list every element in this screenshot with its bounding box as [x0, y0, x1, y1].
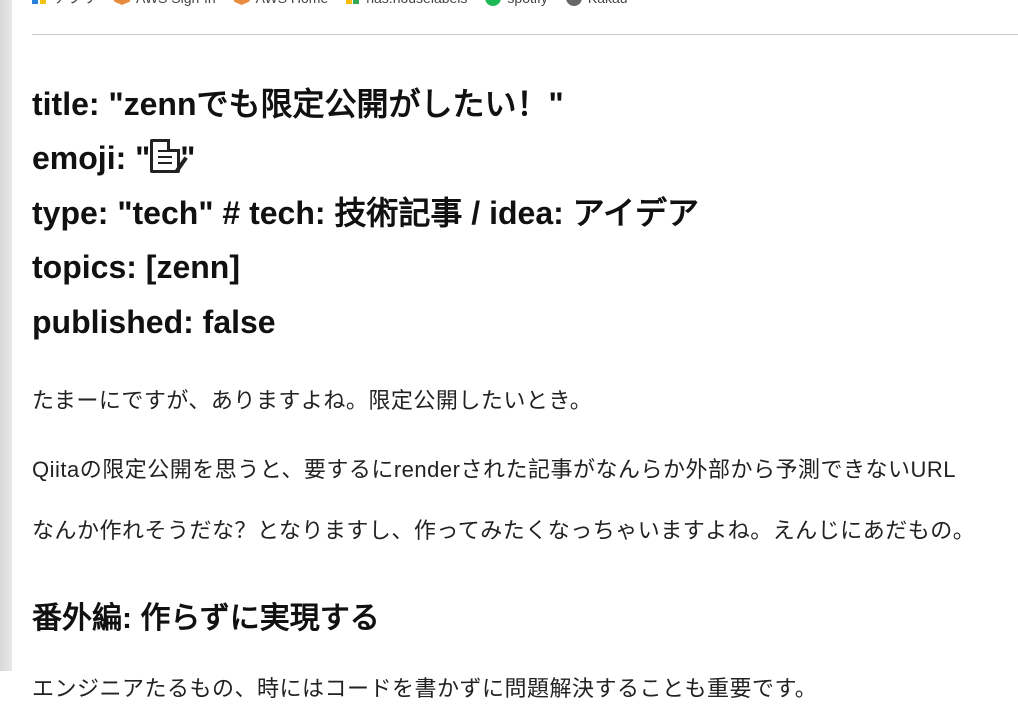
paragraph-2: Qiitaの限定公開を思うと、要するにrenderされた記事がなんらか外部から予…	[32, 452, 1018, 487]
section-heading: 番外編: 作らずに実現する	[32, 593, 1018, 637]
document-edit-icon	[150, 139, 180, 173]
google-icon	[346, 0, 360, 5]
aws-icon	[234, 0, 250, 5]
frontmatter-title: title: "zennでも限定公開がしたい！"	[32, 77, 1018, 131]
bookmark-label: AWS Home	[256, 0, 329, 6]
bookmark-label: アプリ	[54, 0, 96, 8]
frontmatter-topics: topics: [zenn]	[32, 240, 1018, 294]
bookmark-label: AWS Sign-In	[136, 0, 216, 6]
emoji-prefix: emoji: "	[32, 140, 150, 176]
bookmark-label: spotify	[507, 0, 547, 6]
bookmark-label: nas.houselabels	[366, 0, 467, 6]
spotify-icon	[485, 0, 501, 6]
bookmark-aws-signin[interactable]: AWS Sign-In	[114, 0, 216, 6]
aws-icon	[114, 0, 130, 5]
paragraph-3: なんか作れそうだな？となりますし、作ってみたくなっちゃいますよね。えんじにあだも…	[32, 513, 1018, 548]
bookmarks-bar: アプリ AWS Sign-In AWS Home nas.houselabels…	[32, 0, 1018, 10]
paragraph-1: たまーにですが、ありますよね。限定公開したいとき。	[32, 383, 1018, 418]
paragraph-4: エンジニアたるもの、時にはコードを書かずに問題解決することも重要です。	[32, 671, 1018, 706]
window-left-edge	[0, 0, 12, 671]
bookmark-spotify[interactable]: spotify	[485, 0, 547, 6]
bookmark-label: Kakau	[588, 0, 628, 6]
apps-icon	[32, 0, 48, 6]
bookmark-apps[interactable]: アプリ	[32, 0, 96, 8]
bookmark-aws-home[interactable]: AWS Home	[234, 0, 329, 6]
page-content: アプリ AWS Sign-In AWS Home nas.houselabels…	[0, 0, 1018, 706]
frontmatter-emoji: emoji: ""	[32, 131, 1018, 185]
divider	[32, 34, 1018, 35]
frontmatter-block: title: "zennでも限定公開がしたい！" emoji: "" type:…	[32, 77, 1018, 349]
frontmatter-type: type: "tech" # tech: 技術記事 / idea: アイデア	[32, 186, 1018, 240]
bookmark-nas[interactable]: nas.houselabels	[346, 0, 467, 6]
bookmark-kakau[interactable]: Kakau	[566, 0, 628, 6]
frontmatter-published: published: false	[32, 295, 1018, 349]
kakau-icon	[566, 0, 582, 6]
